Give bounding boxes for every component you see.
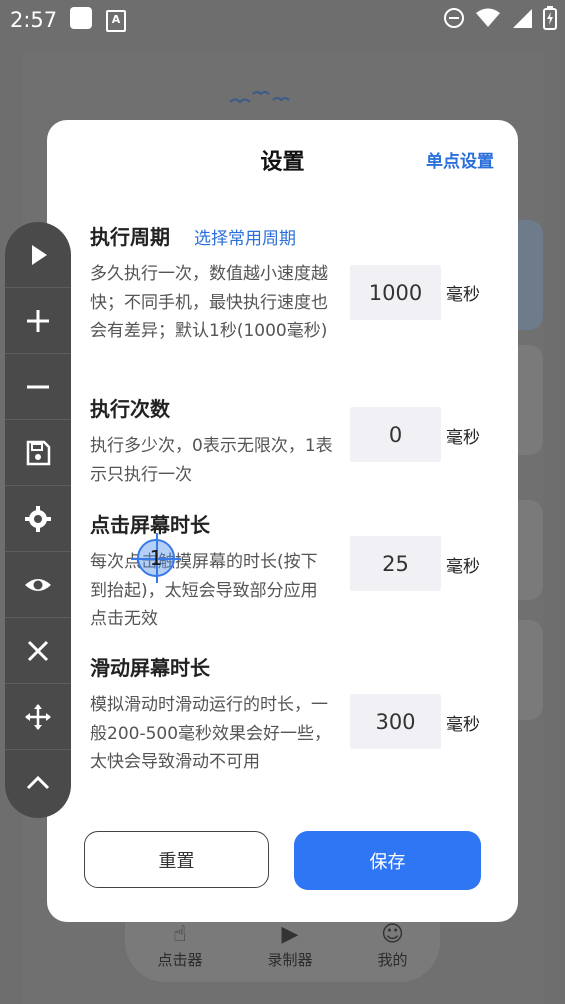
status-bar: 2:57 A	[0, 0, 565, 40]
remove-button[interactable]	[5, 354, 71, 420]
collapse-button[interactable]	[5, 750, 71, 816]
floating-toolbar	[5, 222, 71, 818]
single-point-settings-link[interactable]: 单点设置	[426, 147, 494, 172]
section-description: 执行多少次，0表示无限次，1表示只执行一次	[90, 436, 333, 485]
status-time: 2:57	[10, 8, 58, 32]
gear-icon	[25, 505, 51, 532]
wifi-icon	[476, 8, 500, 27]
signal-icon	[513, 9, 532, 28]
video-icon: ▶	[281, 922, 299, 947]
section-title: 点击屏幕时长	[90, 513, 210, 537]
save-button[interactable]: 保存	[294, 831, 481, 890]
tab-label: 录制器	[267, 951, 313, 969]
tab-mine[interactable]: ☺ 我的	[377, 922, 407, 970]
unit-label: 毫秒	[446, 557, 480, 577]
dnd-icon	[444, 8, 464, 28]
tab-clicker[interactable]: ☝ 点击器	[157, 922, 202, 970]
eye-icon	[25, 578, 51, 591]
move-handle[interactable]	[5, 684, 71, 750]
add-button[interactable]	[5, 288, 71, 354]
status-icons	[443, 6, 557, 30]
period-input[interactable]	[350, 265, 441, 320]
minus-icon	[27, 385, 49, 388]
bottom-tab-bar: ☝ 点击器 ▶ 录制器 ☺ 我的	[125, 912, 440, 982]
chevron-up-icon	[26, 775, 50, 790]
section-description: 每次点击触摸屏幕的时长(按下到抬起)，太短会导致部分应用点击无效	[90, 552, 318, 629]
target-number: 1	[149, 546, 163, 570]
tab-label: 点击器	[157, 951, 203, 969]
unit-label: 毫秒	[446, 428, 480, 448]
birds-illustration	[229, 91, 290, 104]
click-duration-input[interactable]	[350, 536, 441, 591]
visibility-button[interactable]	[5, 552, 71, 618]
tap-icon: ☝	[173, 922, 187, 947]
section-description: 模拟滑动时滑动运行的时长，一般200-500毫秒效果会好一些，太快会导致滑动不可…	[90, 695, 332, 772]
save-icon	[26, 440, 51, 465]
click-target-marker[interactable]: 1	[131, 533, 181, 583]
move-icon	[25, 703, 51, 730]
section-description: 多久执行一次，数值越小速度越快；不同手机，最快执行速度也会有差异；默认1秒(10…	[90, 264, 328, 341]
tab-recorder[interactable]: ▶ 录制器	[267, 922, 312, 970]
battery-icon	[543, 6, 557, 30]
close-button[interactable]	[5, 618, 71, 684]
save-script-button[interactable]	[5, 420, 71, 486]
close-icon	[27, 640, 49, 661]
unit-label: 毫秒	[446, 715, 480, 735]
count-input[interactable]	[350, 407, 441, 462]
plus-icon	[27, 309, 49, 332]
play-icon	[32, 244, 47, 265]
section-title: 执行次数	[90, 397, 170, 421]
play-button[interactable]	[5, 222, 71, 288]
choose-common-period-link[interactable]: 选择常用周期	[194, 224, 296, 249]
settings-button[interactable]	[5, 486, 71, 552]
section-title: 滑动屏幕时长	[90, 656, 210, 680]
user-icon: ☺	[381, 922, 404, 947]
tab-label: 我的	[377, 951, 408, 969]
notification-icon	[70, 7, 92, 29]
swipe-duration-input[interactable]	[350, 694, 441, 749]
section-title: 执行周期	[90, 225, 170, 249]
unit-label: 毫秒	[446, 285, 480, 305]
settings-dialog: 设置 单点设置 执行周期 选择常用周期 多久执行一次，数值越小速度越快；不同手机…	[47, 120, 518, 922]
app-notification-icon: A	[106, 10, 126, 32]
reset-button[interactable]: 重置	[84, 831, 269, 888]
